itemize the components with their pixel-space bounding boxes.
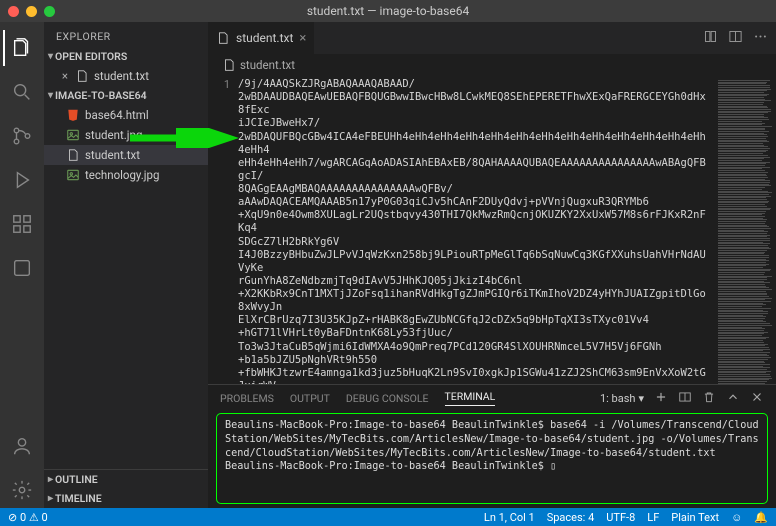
image-file-icon: [66, 128, 80, 142]
breadcrumb-item: student.txt: [240, 58, 295, 72]
accounts-icon[interactable]: [4, 428, 40, 464]
activity-bar: [0, 22, 44, 508]
file-name: technology.jpg: [85, 168, 159, 182]
file-icon: [75, 69, 89, 83]
tab-title: student.txt: [236, 31, 293, 45]
file-name: student.txt: [85, 148, 140, 162]
split-terminal-icon[interactable]: [678, 390, 692, 407]
debug-activity-icon[interactable]: [4, 162, 40, 198]
status-feedback-icon[interactable]: ☺: [731, 511, 742, 524]
more-actions-icon[interactable]: [753, 29, 768, 47]
maximize-panel-icon[interactable]: [726, 390, 740, 407]
bottom-panel: PROBLEMS OUTPUT DEBUG CONSOLE TERMINAL 1…: [208, 384, 776, 508]
panel-tab-problems[interactable]: PROBLEMS: [220, 392, 274, 405]
project-label: IMAGE-TO-BASE64: [55, 89, 147, 102]
terminal-dropdown[interactable]: 1: bash▾: [600, 392, 644, 405]
file-tree-item[interactable]: student.txt: [44, 145, 208, 165]
terminal-dropdown-label: 1: bash: [600, 392, 635, 405]
open-editors-label: OPEN EDITORS: [55, 50, 127, 63]
terminal-output[interactable]: Beaulins-MacBook-Pro:Image-to-base64 Bea…: [216, 413, 768, 504]
status-problems[interactable]: ⊘ 0 ⚠ 0: [8, 511, 48, 524]
window-title: student.txt — image-to-base64: [0, 4, 776, 18]
compare-icon[interactable]: [703, 29, 718, 47]
kill-terminal-icon[interactable]: [702, 390, 716, 407]
file-tree-item[interactable]: base64.html: [44, 105, 208, 125]
outline-section[interactable]: ▸OUTLINE: [44, 470, 208, 489]
html-file-icon: [66, 108, 80, 122]
timeline-label: TIMELINE: [55, 492, 102, 505]
file-tree: base64.html student.jpg student.txt tech…: [44, 105, 208, 185]
breadcrumb[interactable]: student.txt: [208, 54, 776, 76]
status-encoding[interactable]: UTF-8: [606, 511, 635, 524]
panel-tab-output[interactable]: OUTPUT: [290, 392, 330, 405]
panel-tab-terminal[interactable]: TERMINAL: [445, 390, 496, 406]
split-editor-icon[interactable]: [728, 29, 743, 47]
explorer-activity-icon[interactable]: [3, 30, 39, 66]
editor-tab[interactable]: student.txt ×: [208, 22, 314, 54]
file-tree-item[interactable]: student.jpg: [44, 125, 208, 145]
settings-gear-icon[interactable]: [4, 472, 40, 508]
status-eol[interactable]: LF: [647, 511, 659, 524]
file-name: base64.html: [85, 108, 149, 122]
status-language[interactable]: Plain Text: [671, 511, 719, 524]
editor-tabs: student.txt ×: [208, 22, 776, 54]
editor-content[interactable]: 1 /9j/4AAQSkZJRgABAQAAAQABAAD/ 2wBDAAUDB…: [208, 76, 776, 384]
open-editor-item[interactable]: × student.txt: [44, 66, 208, 86]
sidebar-title: EXPLORER: [44, 22, 208, 47]
open-editors-section[interactable]: ▾OPEN EDITORS: [44, 47, 208, 66]
minimap[interactable]: [714, 76, 776, 384]
line-number-gutter: 1: [208, 76, 238, 384]
editor-area: student.txt × student.txt 1 /9j/4AAQSkZJ…: [208, 22, 776, 508]
search-activity-icon[interactable]: [4, 74, 40, 110]
extensions-activity-icon[interactable]: [4, 206, 40, 242]
close-panel-icon[interactable]: [750, 390, 764, 407]
file-tree-item[interactable]: technology.jpg: [44, 165, 208, 185]
project-section[interactable]: ▾IMAGE-TO-BASE64: [44, 86, 208, 105]
close-editor-icon[interactable]: ×: [58, 69, 72, 83]
close-tab-icon[interactable]: ×: [299, 31, 306, 46]
code-text[interactable]: /9j/4AAQSkZJRgABAQAAAQABAAD/ 2wBDAAUDBAQ…: [238, 76, 714, 384]
file-name: student.jpg: [85, 128, 142, 142]
line-number: 1: [224, 78, 230, 91]
window-titlebar: student.txt — image-to-base64: [0, 0, 776, 22]
chevron-down-icon: ▾: [638, 392, 644, 405]
panel-tab-debug[interactable]: DEBUG CONSOLE: [346, 392, 429, 405]
timeline-section[interactable]: ▸TIMELINE: [44, 489, 208, 508]
source-control-activity-icon[interactable]: [4, 118, 40, 154]
explorer-sidebar: EXPLORER ▾OPEN EDITORS × student.txt ▾IM…: [44, 22, 208, 508]
file-icon: [216, 31, 230, 45]
outline-label: OUTLINE: [55, 473, 98, 486]
status-spaces[interactable]: Spaces: 4: [547, 511, 595, 524]
test-activity-icon[interactable]: [4, 250, 40, 286]
image-file-icon: [66, 168, 80, 182]
text-file-icon: [66, 148, 80, 162]
status-bar: ⊘ 0 ⚠ 0 Ln 1, Col 1 Spaces: 4 UTF-8 LF P…: [0, 508, 776, 526]
file-icon: [222, 58, 236, 72]
new-terminal-icon[interactable]: [654, 390, 668, 407]
open-editor-name: student.txt: [94, 69, 149, 83]
status-cursor[interactable]: Ln 1, Col 1: [484, 511, 535, 524]
status-bell-icon[interactable]: 🔔: [754, 511, 768, 524]
